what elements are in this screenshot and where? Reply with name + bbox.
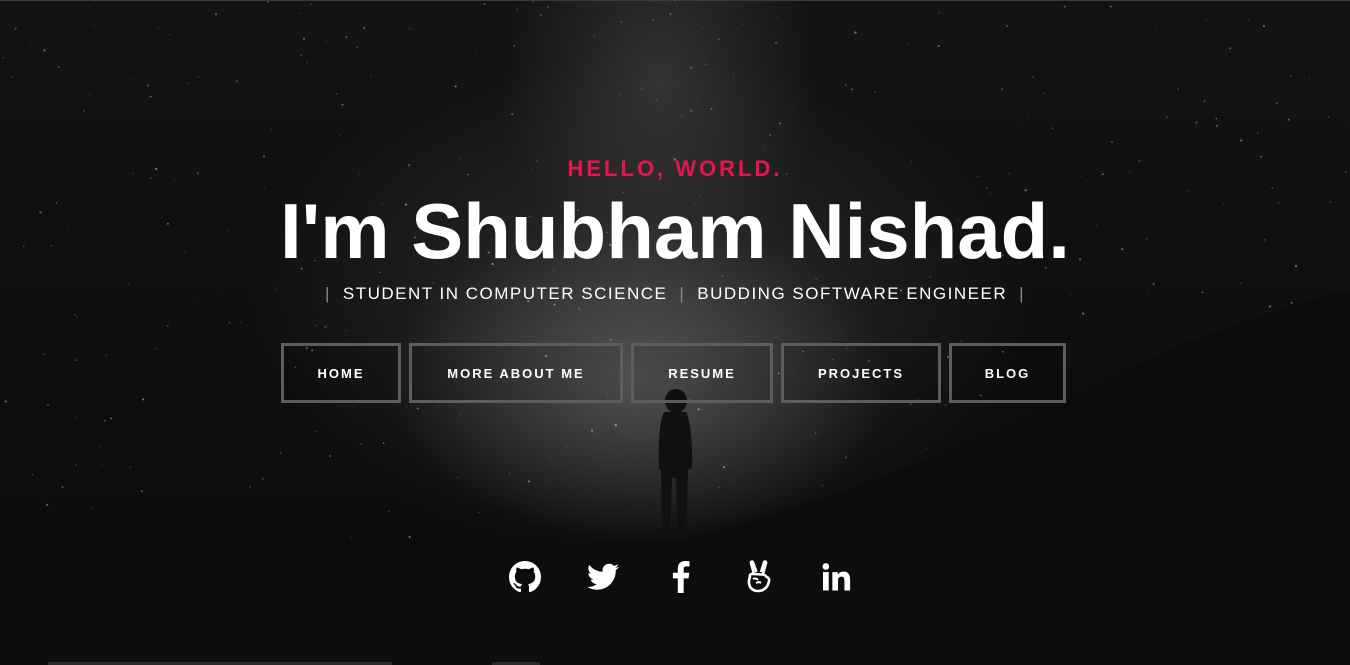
hero-content: HELLO, WORLD. I'm Shubham Nishad. | STUDE…: [0, 0, 1350, 665]
more-about-me-button[interactable]: MORE ABOUT ME: [409, 343, 623, 403]
github-icon: [509, 561, 541, 593]
hero-section: HELLO, WORLD. I'm Shubham Nishad. | STUDE…: [0, 0, 1350, 665]
roles-line: | STUDENT IN COMPUTER SCIENCE | BUDDING SOF…: [0, 284, 1350, 304]
twitter-link[interactable]: [586, 560, 620, 594]
blog-button[interactable]: BLOG: [949, 343, 1066, 403]
role-1: STUDENT IN COMPUTER SCIENCE: [342, 284, 668, 303]
role-separator: |: [679, 284, 686, 303]
resume-button[interactable]: RESUME: [631, 343, 773, 403]
angellist-icon: [747, 560, 771, 593]
nav-buttons: HOME MORE ABOUT ME RESUME PROJECTS BLOG: [281, 343, 1066, 403]
facebook-link[interactable]: [664, 560, 698, 594]
projects-button[interactable]: PROJECTS: [781, 343, 941, 403]
greeting-text: HELLO, WORLD.: [567, 156, 783, 181]
role-separator: |: [1019, 284, 1026, 303]
role-separator: |: [324, 284, 331, 303]
angellist-link[interactable]: [742, 560, 776, 594]
page-title: I'm Shubham Nishad.: [280, 187, 1070, 275]
social-links: [508, 560, 854, 594]
role-2: BUDDING SOFTWARE ENGINEER: [697, 284, 1008, 303]
linkedin-link[interactable]: [820, 560, 854, 594]
home-button[interactable]: HOME: [281, 343, 401, 403]
linkedin-icon: [822, 563, 851, 591]
twitter-icon: [587, 563, 619, 590]
github-link[interactable]: [508, 560, 542, 594]
facebook-icon: [672, 561, 690, 593]
